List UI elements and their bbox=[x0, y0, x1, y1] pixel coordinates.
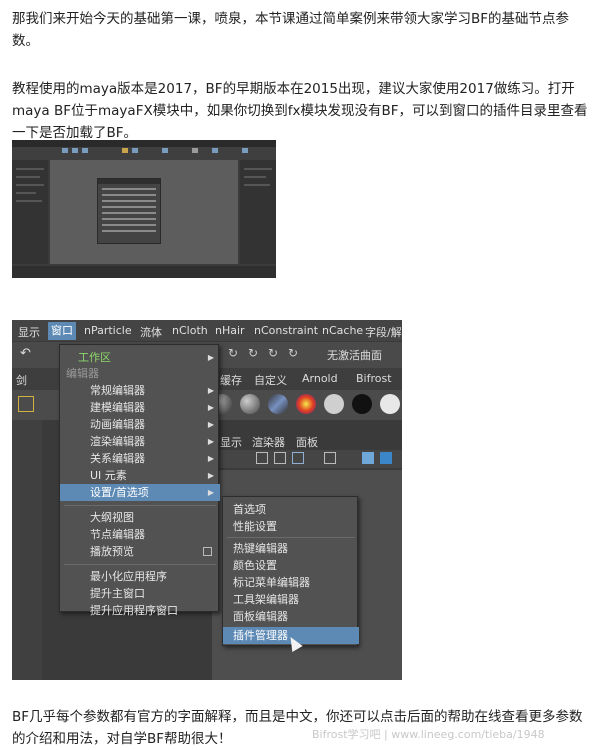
chevron-right-icon: ▶ bbox=[207, 437, 214, 446]
menu-item-outliner[interactable]: 大纲视图 bbox=[60, 509, 220, 526]
shelf-tab-cache[interactable]: 缓存 bbox=[220, 372, 242, 388]
version-paragraph: 教程使用的maya版本是2017，BF的早期版本在2015出现，建议大家使用20… bbox=[12, 81, 588, 141]
grid-icon[interactable] bbox=[256, 452, 268, 464]
snap-icon[interactable]: ↻ bbox=[268, 346, 278, 360]
chevron-right-icon: ▶ bbox=[207, 454, 214, 463]
menu-fluid[interactable]: 流体 bbox=[140, 324, 162, 340]
menu-nconstraint[interactable]: nConstraint bbox=[254, 324, 318, 337]
menu-item-raise-main-window[interactable]: 提升主窗口 bbox=[60, 585, 220, 602]
submenu-item-panel-editor[interactable]: 面板编辑器 bbox=[223, 608, 359, 625]
chevron-right-icon: ▶ bbox=[207, 488, 214, 497]
chevron-right-icon: ▶ bbox=[207, 386, 214, 395]
shelf-tab-bifrost[interactable]: Bifrost bbox=[356, 372, 392, 385]
submenu-item-color-settings[interactable]: 颜色设置 bbox=[223, 557, 359, 574]
settings-submenu: 首选项 性能设置 热键编辑器 颜色设置 标记菜单编辑器 工具架编辑器 面板编辑器… bbox=[222, 496, 359, 646]
menu-item-rendering-editors[interactable]: 渲染编辑器 ▶ bbox=[60, 433, 220, 450]
menu-header-editors: 编辑器 bbox=[66, 367, 99, 380]
camera-icon[interactable] bbox=[292, 452, 304, 464]
menu-display[interactable]: 显示 bbox=[18, 324, 40, 340]
menu-fields[interactable]: 字段/解 bbox=[365, 324, 402, 340]
view-menu-show[interactable]: 显示 bbox=[220, 434, 242, 450]
submenu-item-shelf-editor[interactable]: 工具架编辑器 bbox=[223, 591, 359, 608]
menu-item-ui-elements[interactable]: UI 元素 ▶ bbox=[60, 467, 220, 484]
menu-item-minimize-app[interactable]: 最小化应用程序 bbox=[60, 568, 220, 585]
film-icon[interactable] bbox=[274, 452, 286, 464]
light-sphere-icon[interactable] bbox=[380, 394, 400, 414]
submenu-item-performance-settings[interactable]: 性能设置 bbox=[223, 518, 359, 535]
view-menu-renderer[interactable]: 渲染器 bbox=[252, 434, 285, 450]
magnet-icon[interactable]: ↻ bbox=[248, 346, 258, 360]
submenu-item-marking-menu-editor[interactable]: 标记菜单编辑器 bbox=[223, 574, 359, 591]
undo-icon[interactable]: ↶ bbox=[20, 346, 31, 361]
intro-paragraph: 那我们来开始今天的基础第一课，喷泉，本节课通过简单案例来带领大家学习BF的基础节… bbox=[12, 11, 570, 49]
submenu-item-hotkey-editor[interactable]: 热键编辑器 bbox=[223, 540, 359, 557]
ramp-sphere-icon[interactable] bbox=[296, 394, 316, 414]
shelf-tab-custom[interactable]: 自定义 bbox=[254, 372, 287, 388]
option-box-icon[interactable] bbox=[203, 547, 212, 556]
chevron-right-icon: ▶ bbox=[207, 403, 214, 412]
shelf-tab-sword[interactable]: 剑 bbox=[16, 372, 27, 388]
snap-curve-icon[interactable]: ↻ bbox=[288, 346, 298, 360]
menu-item-node-editor[interactable]: 节点编辑器 bbox=[60, 526, 220, 543]
view-toolbar bbox=[212, 450, 402, 468]
chevron-right-icon: ▶ bbox=[207, 353, 214, 362]
select-tool-icon[interactable] bbox=[18, 396, 34, 412]
menu-item-raise-app-windows[interactable]: 提升应用程序窗口 bbox=[60, 602, 218, 619]
menu-item-workspace[interactable]: 工作区 ▶ bbox=[60, 349, 220, 366]
menu-item-playblast[interactable]: 播放预览 bbox=[60, 543, 220, 560]
chevron-right-icon: ▶ bbox=[207, 471, 214, 480]
blinn-sphere-icon[interactable] bbox=[240, 394, 260, 414]
maya-menubar: 显示 窗口 nParticle 流体 nCloth nHair nConstra… bbox=[12, 320, 402, 342]
menu-item-animation-editors[interactable]: 动画编辑器 ▶ bbox=[60, 416, 220, 433]
shading-icon[interactable] bbox=[362, 452, 374, 464]
menu-nhair[interactable]: nHair bbox=[215, 324, 245, 337]
menu-item-relationship-editors[interactable]: 关系编辑器 ▶ bbox=[60, 450, 220, 467]
menu-item-general-editors[interactable]: 常规编辑器 ▶ bbox=[60, 382, 220, 399]
maya-window-screenshot bbox=[12, 140, 276, 278]
view-panel-menu: 显示 渲染器 面板 bbox=[212, 432, 402, 450]
cube-icon[interactable] bbox=[380, 452, 392, 464]
menu-ncloth[interactable]: nCloth bbox=[172, 324, 208, 337]
menu-item-modeling-editors[interactable]: 建模编辑器 ▶ bbox=[60, 399, 220, 416]
white-sphere-icon[interactable] bbox=[324, 394, 344, 414]
mask-icon[interactable] bbox=[324, 452, 336, 464]
live-surface-dropdown[interactable]: 无激活曲面 bbox=[327, 347, 382, 363]
submenu-item-preferences[interactable]: 首选项 bbox=[223, 501, 359, 518]
view-menu-panels[interactable]: 面板 bbox=[296, 434, 318, 450]
lasso-icon[interactable]: ↻ bbox=[228, 346, 238, 360]
menu-ncache[interactable]: nCache bbox=[322, 324, 363, 337]
phong-sphere-icon[interactable] bbox=[268, 394, 288, 414]
maya-menu-screenshot: 显示 窗口 nParticle 流体 nCloth nHair nConstra… bbox=[12, 320, 402, 680]
menu-window[interactable]: 窗口 bbox=[48, 322, 76, 340]
window-menu: 工作区 ▶ 编辑器 常规编辑器 ▶ 建模编辑器 ▶ 动画编辑器 ▶ 渲染编辑器 ▶ 关系… bbox=[59, 344, 220, 617]
black-sphere-icon[interactable] bbox=[352, 394, 372, 414]
menu-nparticle[interactable]: nParticle bbox=[84, 324, 132, 337]
watermark: Bifrost学习吧 | www.lineeg.com/tieba/1948 bbox=[312, 728, 545, 741]
chevron-right-icon: ▶ bbox=[207, 420, 214, 429]
shelf-tab-arnold[interactable]: Arnold bbox=[302, 372, 338, 385]
menu-item-settings-preferences[interactable]: 设置/首选项 ▶ bbox=[60, 484, 220, 501]
